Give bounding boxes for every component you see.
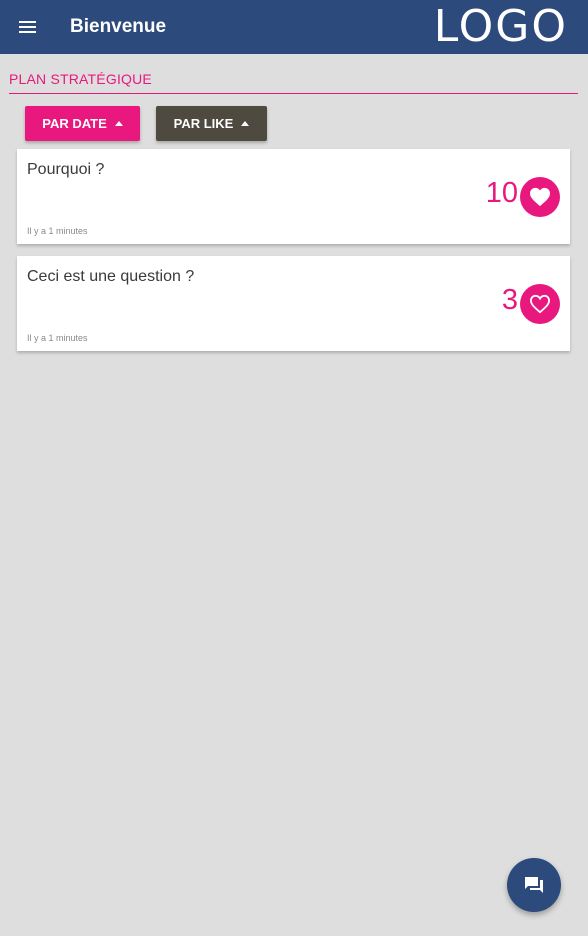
like-button[interactable] <box>520 284 560 324</box>
like-count: 3 <box>501 284 518 316</box>
sort-by-date-label: PAR DATE <box>42 116 107 131</box>
sort-by-like-button[interactable]: PAR LIKE <box>156 106 267 141</box>
question-timestamp: Il y a 1 minutes <box>27 226 88 236</box>
sort-by-date-button[interactable]: PAR DATE <box>25 106 140 141</box>
section-title: PLAN STRATÉGIQUE <box>9 71 152 87</box>
new-question-fab[interactable] <box>507 858 561 912</box>
logo: LOGO <box>433 1 568 52</box>
question-text: Ceci est une question ? <box>27 268 195 285</box>
menu-button[interactable] <box>0 0 56 54</box>
chat-icon <box>525 877 543 893</box>
question-timestamp: Il y a 1 minutes <box>27 333 88 343</box>
sort-by-like-label: PAR LIKE <box>173 116 234 131</box>
app-title: Bienvenue <box>70 16 167 37</box>
caret-up-icon <box>114 121 123 126</box>
like-button[interactable] <box>520 177 560 217</box>
app-bar: Bienvenue LOGO <box>0 0 588 54</box>
question-text: Pourquoi ? <box>27 161 105 178</box>
like-count: 10 <box>485 177 518 209</box>
menu-icon <box>19 21 36 33</box>
caret-up-icon <box>241 121 250 126</box>
section-divider <box>9 93 578 94</box>
heart-filled-icon <box>530 187 550 207</box>
question-card: Pourquoi ? 10 Il y a 1 minutes <box>17 149 570 244</box>
heart-outline-icon <box>529 294 551 314</box>
question-card: Ceci est une question ? 3 Il y a 1 minut… <box>17 256 570 351</box>
